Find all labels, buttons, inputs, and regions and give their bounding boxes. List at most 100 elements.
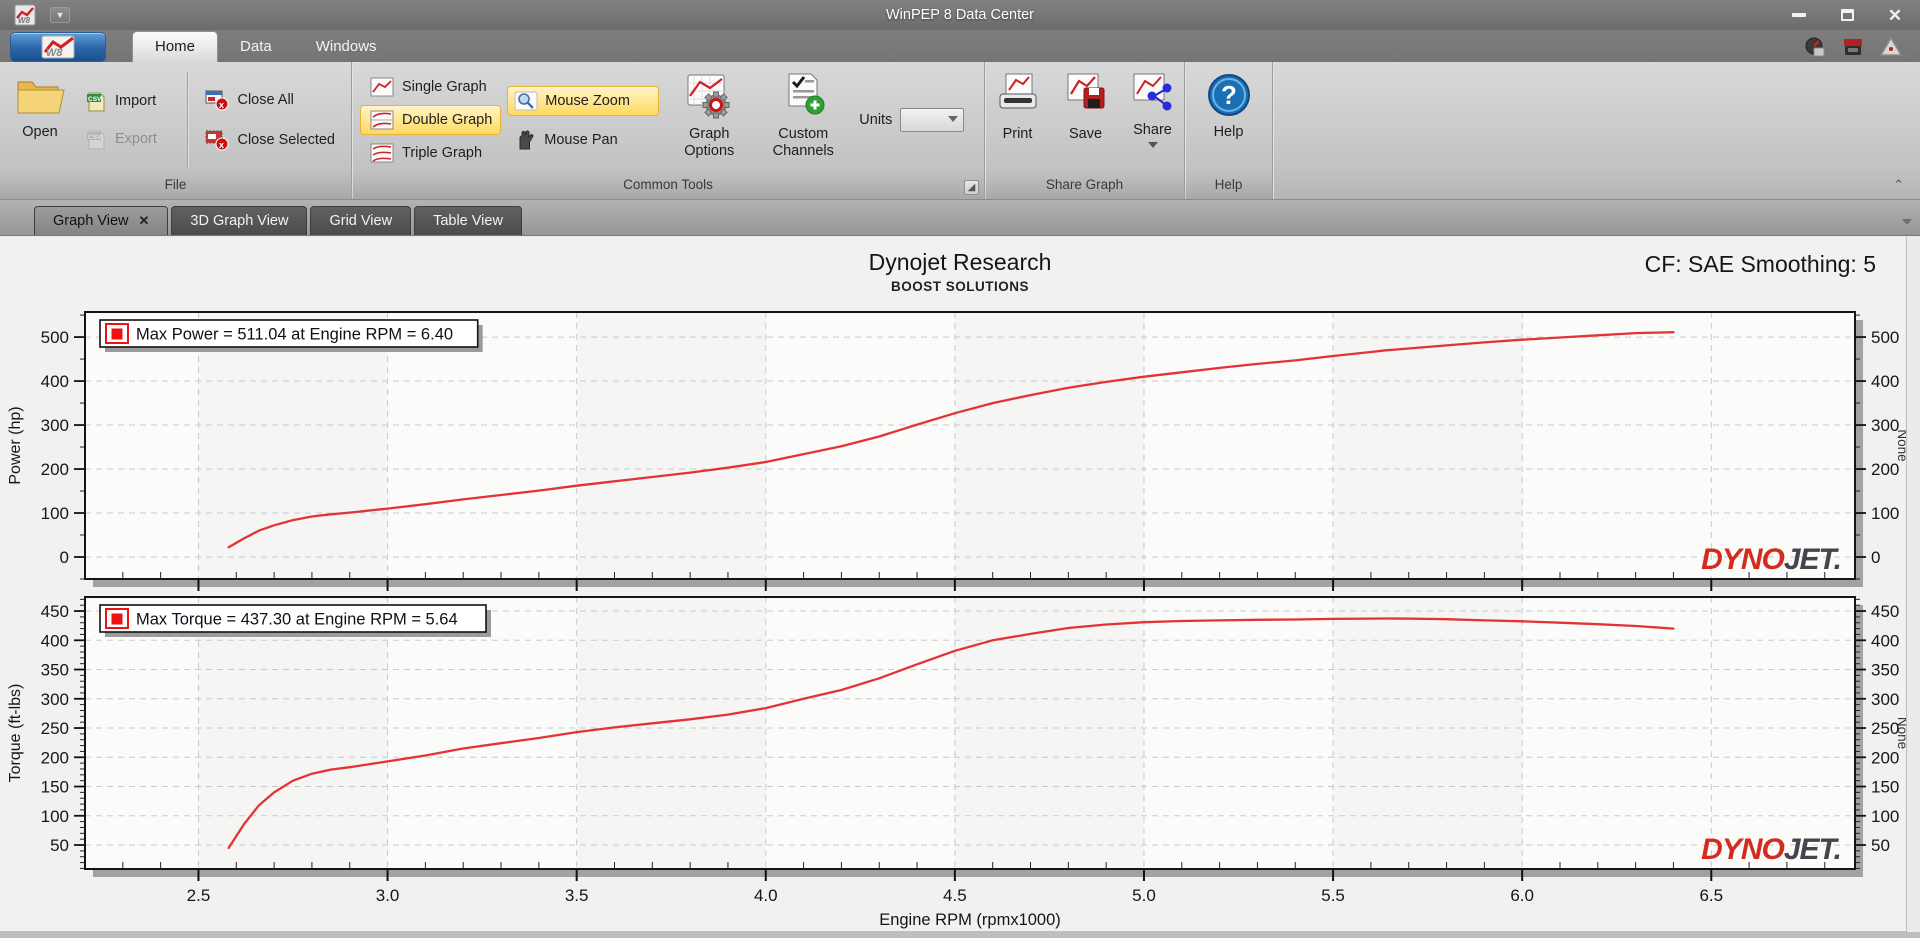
maximize-button[interactable] xyxy=(1836,6,1858,24)
group-divider xyxy=(187,72,189,167)
double-graph-button[interactable]: Double Graph xyxy=(360,104,502,135)
mouse-pan-button[interactable]: Mouse Pan xyxy=(507,126,659,154)
svg-text:CSV: CSV xyxy=(88,134,102,141)
import-button-label: Import xyxy=(115,92,157,109)
group-label-file: File xyxy=(0,173,351,199)
save-button[interactable]: Save xyxy=(1054,66,1118,173)
svg-text:100: 100 xyxy=(1871,504,1899,523)
floppy-icon xyxy=(1067,73,1104,109)
units-dropdown[interactable] xyxy=(900,107,965,132)
winpep-window: W8 ▼ WinPEP 8 Data Center ✕ W8 Home Data… xyxy=(0,0,1920,938)
svg-text:200: 200 xyxy=(1871,748,1899,767)
custom-channels-label: Custom Channels xyxy=(772,126,834,159)
svg-text:5.5: 5.5 xyxy=(1321,886,1345,905)
svg-text:3.5: 3.5 xyxy=(565,886,589,905)
tab-graph-view-label: Graph View xyxy=(53,213,129,229)
single-graph-button[interactable]: Single Graph xyxy=(360,72,501,102)
ribbon: Open CSV Import CSV Export x Close All x… xyxy=(0,62,1920,200)
printer-icon xyxy=(999,73,1036,109)
window-title: WinPEP 8 Data Center xyxy=(885,7,1035,23)
units-control: Units xyxy=(851,66,972,173)
svg-text:4.5: 4.5 xyxy=(943,886,967,905)
help-button[interactable]: ? Help xyxy=(1198,66,1260,173)
tab-graph-view[interactable]: Graph View ✕ xyxy=(34,206,169,235)
svg-text:W8: W8 xyxy=(46,47,63,59)
svg-text:CSV: CSV xyxy=(88,96,102,103)
import-button[interactable]: CSV Import xyxy=(78,87,177,115)
datalog-device-icon[interactable] xyxy=(1842,36,1864,58)
svg-text:4.0: 4.0 xyxy=(754,886,778,905)
gauge-icon[interactable] xyxy=(1804,36,1826,58)
ribbon-tab-home[interactable]: Home xyxy=(132,31,219,62)
graph-options-button[interactable]: Graph Options xyxy=(663,66,755,173)
svg-text:x: x xyxy=(219,100,224,110)
correction-factor-label: CF: SAE Smoothing: 5 xyxy=(1644,251,1876,277)
tab-grid-view[interactable]: Grid View xyxy=(310,206,412,235)
ribbon-group-share-graph: Print Save Share Share Graph xyxy=(985,62,1185,199)
svg-text:400: 400 xyxy=(1871,631,1899,650)
svg-text:x: x xyxy=(219,140,224,150)
app-menu-button[interactable]: W8 xyxy=(10,32,106,62)
graph-subtitle: BOOST SOLUTIONS xyxy=(890,279,1029,294)
share-button[interactable]: Share xyxy=(1122,66,1184,173)
csv-import-icon: CSV xyxy=(87,92,105,111)
svg-text:50: 50 xyxy=(50,836,69,855)
torque-y-axis-label: Torque (ft-lbs) xyxy=(7,684,24,783)
triple-graph-button[interactable]: Triple Graph xyxy=(360,138,501,168)
svg-text:200: 200 xyxy=(41,460,69,479)
group-label-share-graph: Share Graph xyxy=(985,173,1184,199)
tab-3d-graph-view-label: 3D Graph View xyxy=(190,213,289,229)
open-button-label: Open xyxy=(22,124,58,140)
triple-graph-icon xyxy=(370,143,394,162)
svg-text:450: 450 xyxy=(41,602,69,621)
group-label-help: Help xyxy=(1185,173,1272,199)
tab-table-view[interactable]: Table View xyxy=(414,206,522,235)
folder-icon xyxy=(17,81,65,114)
triple-graph-label: Triple Graph xyxy=(402,144,483,161)
vertical-scrollbar[interactable] xyxy=(1906,237,1920,932)
collapse-ribbon-icon[interactable]: ⌃ xyxy=(1893,177,1904,193)
torque-legend[interactable]: Max Torque = 437.30 at Engine RPM = 5.64 xyxy=(99,604,491,637)
close-all-icon: x xyxy=(205,90,229,110)
tab-3d-graph-view[interactable]: 3D Graph View xyxy=(171,206,308,235)
svg-text:?: ? xyxy=(1221,80,1237,110)
ribbon-tab-windows[interactable]: Windows xyxy=(294,32,399,62)
export-button[interactable]: CSV Export xyxy=(78,125,177,153)
minimize-button[interactable] xyxy=(1788,6,1810,24)
svg-text:300: 300 xyxy=(1871,690,1899,709)
torque-chart[interactable]: 50 50100 100150 150200 200250 250300 300350 350… xyxy=(0,594,1920,932)
power-legend[interactable]: Max Power = 511.04 at Engine RPM = 6.40 xyxy=(99,319,483,352)
svg-text:400: 400 xyxy=(41,631,69,650)
title-bar: W8 ▼ WinPEP 8 Data Center ✕ xyxy=(0,0,1920,30)
custom-channels-button[interactable]: Custom Channels xyxy=(755,66,851,173)
svg-text:250: 250 xyxy=(41,719,69,738)
single-graph-label: Single Graph xyxy=(402,78,487,95)
close-icon: ✕ xyxy=(1887,5,1903,25)
hazard-triangle-icon[interactable] xyxy=(1880,36,1902,58)
mouse-zoom-button[interactable]: Mouse Zoom xyxy=(507,85,660,116)
print-button[interactable]: Print xyxy=(986,66,1050,173)
power-chart[interactable]: 0 0100 100200 200300 300400 400500 500DYNOJET.… xyxy=(0,294,1920,594)
svg-text:500: 500 xyxy=(1871,328,1899,347)
svg-text:100: 100 xyxy=(41,807,69,826)
hand-icon xyxy=(519,129,534,149)
close-selected-button[interactable]: x Close Selected xyxy=(198,125,341,155)
svg-text:450: 450 xyxy=(1871,602,1899,621)
close-all-button[interactable]: x Close All xyxy=(198,85,341,115)
export-button-label: Export xyxy=(115,130,157,147)
view-tab-bar: Graph View ✕ 3D Graph View Grid View Tab… xyxy=(0,200,1920,236)
svg-text:400: 400 xyxy=(1871,372,1899,391)
graph-title: Dynojet Research xyxy=(868,249,1052,275)
help-button-label: Help xyxy=(1213,124,1244,140)
ribbon-tab-data[interactable]: Data xyxy=(218,32,294,62)
open-button[interactable]: Open xyxy=(6,66,74,173)
tab-overflow-icon[interactable] xyxy=(1902,219,1912,225)
winpep-logo-icon: W8 xyxy=(41,35,75,59)
close-tab-icon[interactable]: ✕ xyxy=(139,213,150,229)
dialog-launcher-button[interactable]: ◢ xyxy=(964,180,979,195)
ribbon-group-help: ? Help Help xyxy=(1185,62,1273,199)
svg-text:150: 150 xyxy=(1871,778,1899,797)
dynojet-watermark: DYNOJET. xyxy=(1701,833,1841,866)
close-button[interactable]: ✕ xyxy=(1884,6,1906,24)
svg-text:Max Power = 511.04 at Engine R: Max Power = 511.04 at Engine RPM = 6.40 xyxy=(136,326,453,344)
